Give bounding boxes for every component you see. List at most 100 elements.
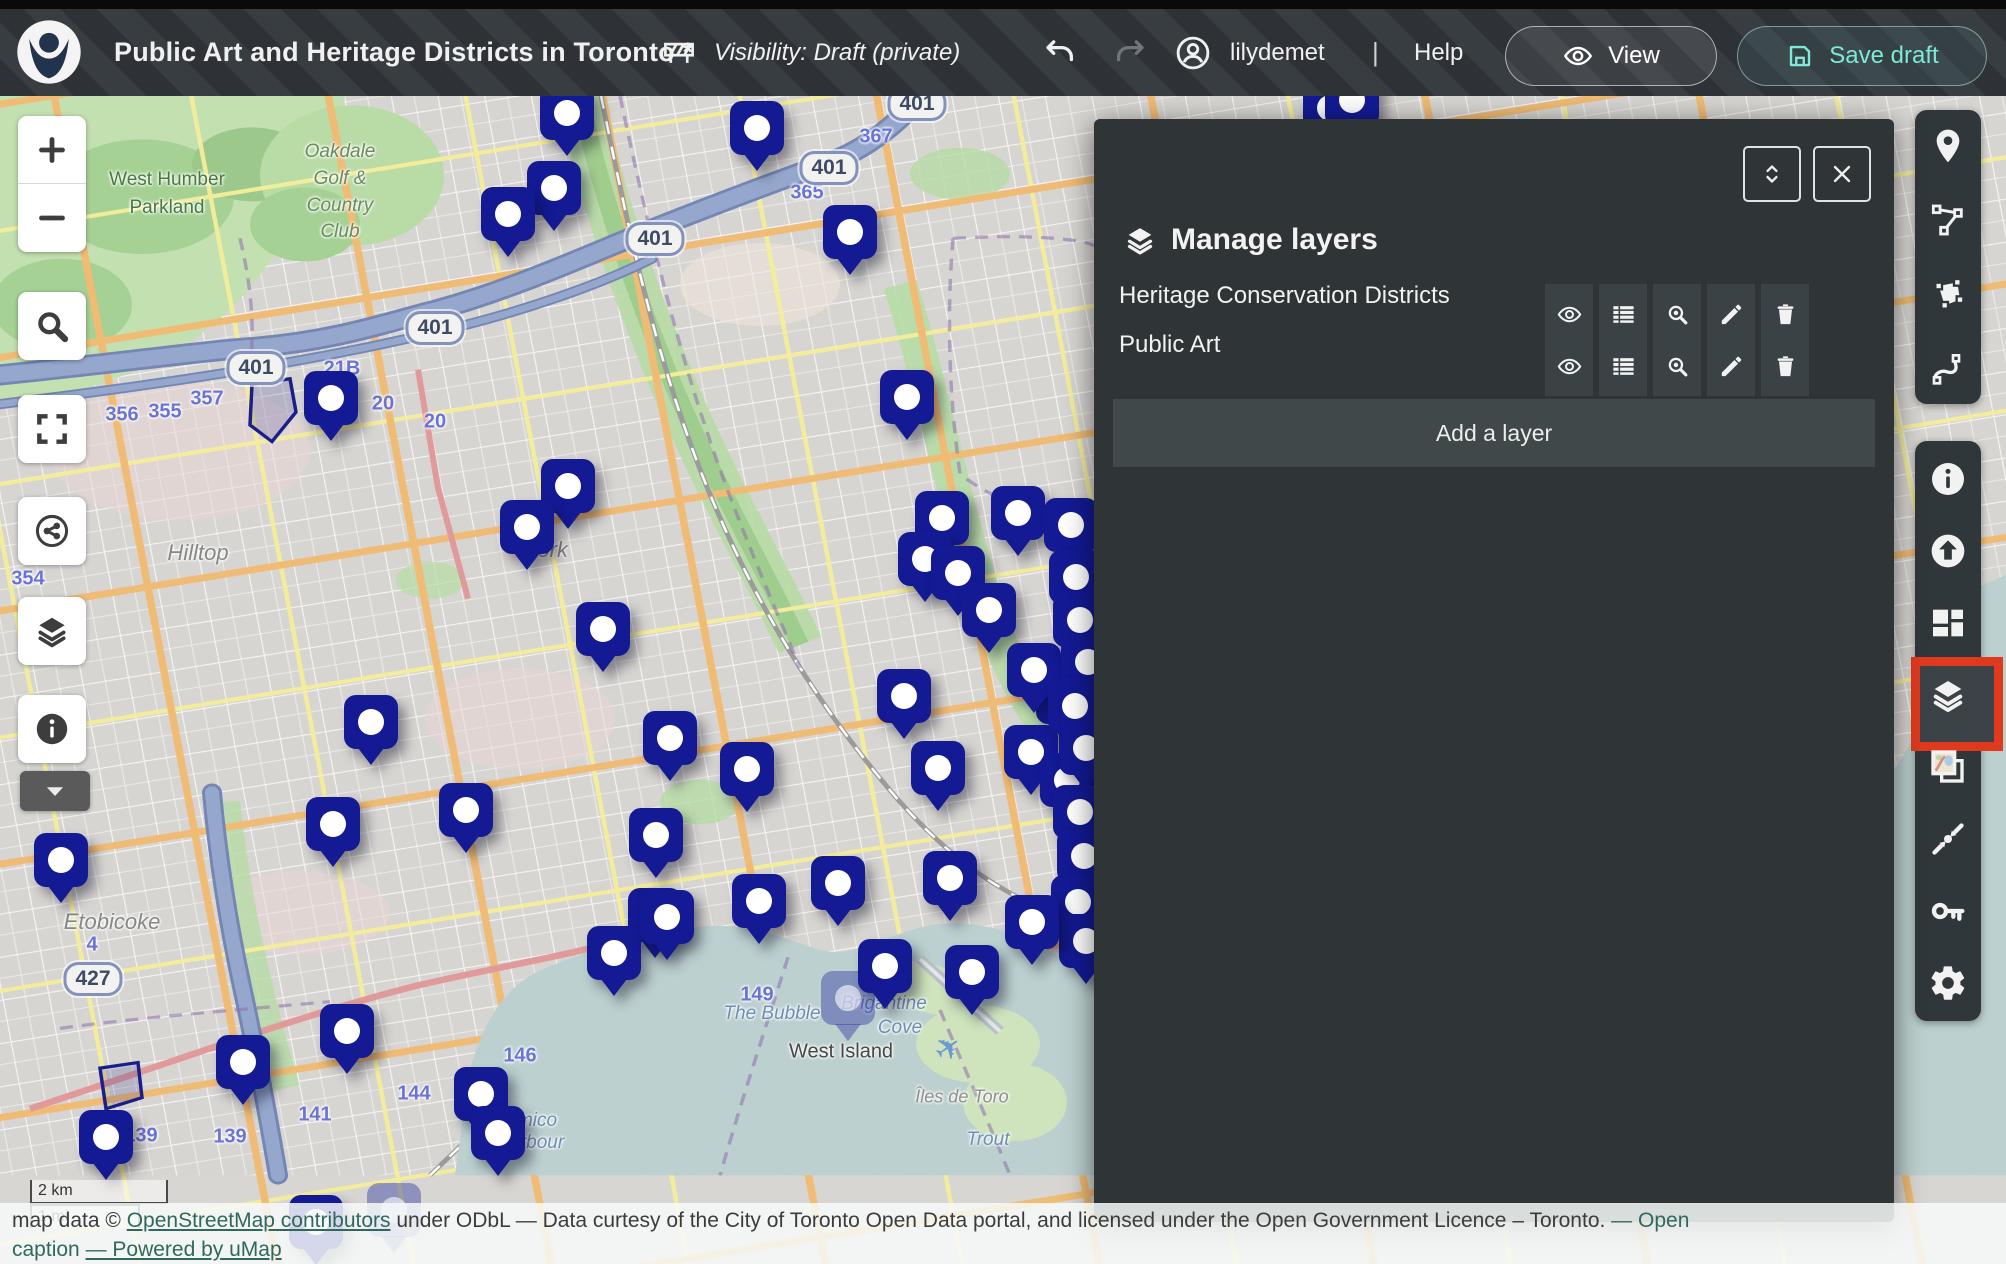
map-marker[interactable] (471, 1106, 525, 1176)
map-marker[interactable] (640, 890, 694, 960)
panel-expand-button[interactable] (1743, 146, 1801, 202)
marker-tail (1021, 696, 1047, 713)
map-marker[interactable] (587, 926, 641, 996)
search-control-button[interactable] (18, 292, 86, 360)
help-button[interactable]: Help (1414, 9, 1463, 96)
panel-close-button[interactable] (1813, 146, 1871, 202)
open-caption-link-2[interactable]: caption (12, 1238, 80, 1261)
draw-polyline-button[interactable] (1924, 198, 1972, 242)
umap-logo-icon[interactable] (16, 19, 82, 85)
layer-0-trash-button[interactable] (1763, 294, 1807, 334)
layer-0-eye-button[interactable] (1547, 294, 1591, 334)
close-icon (1828, 160, 1856, 188)
map-marker[interactable] (629, 808, 683, 878)
layer-1-eye-button[interactable] (1547, 346, 1591, 386)
map-marker[interactable] (720, 742, 774, 812)
map-marker[interactable] (911, 741, 965, 811)
map-marker[interactable] (79, 1110, 133, 1180)
marker-dot (837, 219, 863, 245)
map-marker[interactable] (823, 205, 877, 275)
edit-upload-button[interactable] (1924, 529, 1972, 573)
map-marker[interactable] (880, 370, 934, 440)
pencil-icon (1718, 301, 1745, 328)
map-marker[interactable] (500, 500, 554, 570)
map-marker[interactable] (304, 371, 358, 441)
layer-row-name[interactable]: Public Art (1119, 331, 1220, 359)
draw-freehand-button[interactable] (1924, 346, 1972, 390)
plus-icon (34, 132, 70, 168)
marker-dot (358, 709, 384, 735)
redo-button[interactable] (1112, 9, 1148, 96)
map-marker[interactable] (320, 1004, 374, 1074)
layers-control-button[interactable] (18, 597, 86, 665)
marker-dot (891, 683, 917, 709)
exit-number-label: 141 (298, 1104, 331, 1127)
edit-info-button[interactable] (1924, 457, 1972, 501)
map-marker[interactable] (216, 1035, 270, 1105)
edit-center-button[interactable] (1924, 817, 1972, 861)
map-marker[interactable] (34, 833, 88, 903)
map-label: Oakdale (305, 141, 376, 163)
open-caption-link[interactable]: — Open (1611, 1209, 1689, 1232)
map-marker[interactable] (732, 874, 786, 944)
edit-dashboard-button[interactable] (1924, 601, 1972, 645)
info-control-button[interactable] (18, 695, 86, 763)
marker-tail (320, 850, 346, 867)
layer-1-zoom-to-button[interactable] (1655, 346, 1699, 386)
map-title[interactable]: Public Art and Heritage Districts in Tor… (114, 9, 693, 96)
layer-row-name[interactable]: Heritage Conservation Districts (1119, 282, 1450, 310)
marker-tail (495, 240, 521, 257)
exit-number-label: 139 (213, 1126, 246, 1149)
map-marker[interactable] (540, 96, 594, 156)
osm-contributors-link[interactable]: OpenStreetMap contributors (127, 1209, 391, 1232)
center-icon (1928, 819, 1968, 859)
layer-0-pencil-button[interactable] (1709, 294, 1753, 334)
zoom-out-button[interactable] (18, 184, 86, 252)
map-marker[interactable] (643, 711, 697, 781)
edit-layers-button[interactable] (1924, 673, 1972, 717)
edit-tilelayer-button[interactable] (1924, 745, 1972, 789)
map-marker[interactable] (344, 695, 398, 765)
map-marker[interactable] (877, 669, 931, 739)
map-marker[interactable] (991, 486, 1045, 556)
share-control-button[interactable] (18, 497, 86, 565)
layer-1-table-button[interactable] (1601, 346, 1645, 386)
map-marker[interactable] (858, 939, 912, 1009)
map-marker[interactable] (439, 783, 493, 853)
save-draft-button[interactable]: Save draft (1737, 26, 1987, 86)
visibility-status[interactable]: Visibility: Draft (private) (660, 9, 960, 96)
map-marker[interactable] (730, 101, 784, 171)
marker-dot (657, 725, 683, 751)
map-marker[interactable] (306, 797, 360, 867)
map-marker[interactable] (923, 851, 977, 921)
map-marker[interactable] (481, 187, 535, 257)
map-marker[interactable] (527, 161, 581, 231)
layer-1-pencil-button[interactable] (1709, 346, 1753, 386)
fullscreen-control-button[interactable] (18, 395, 86, 463)
add-layer-button[interactable]: Add a layer (1113, 399, 1875, 467)
draw-polygon-button[interactable] (1924, 272, 1972, 316)
layer-0-table-button[interactable] (1601, 294, 1645, 334)
edit-key-button[interactable] (1924, 889, 1972, 933)
more-controls-button[interactable] (20, 771, 90, 811)
marker-dot (334, 1018, 360, 1044)
view-button[interactable]: View (1505, 26, 1717, 86)
map-marker[interactable] (1005, 895, 1059, 965)
edit-settings-button[interactable] (1924, 961, 1972, 1005)
map-marker[interactable] (576, 602, 630, 672)
powered-by-umap-link[interactable]: — Powered by uMap (86, 1238, 282, 1261)
map-marker[interactable] (945, 945, 999, 1015)
layer-1-trash-button[interactable] (1763, 346, 1807, 386)
zoom-control (18, 116, 86, 252)
zoom-in-button[interactable] (18, 116, 86, 184)
marker-dot (894, 384, 920, 410)
marker-tail (925, 794, 951, 811)
map-marker[interactable] (811, 856, 865, 926)
undo-button[interactable] (1042, 9, 1078, 96)
layer-0-zoom-to-button[interactable] (1655, 294, 1699, 334)
exit-number-label: 146 (503, 1045, 536, 1068)
draw-marker-button[interactable] (1924, 124, 1972, 168)
user-menu[interactable]: lilydemet (1174, 9, 1325, 96)
polygon-icon (1928, 274, 1968, 314)
marker-dot (48, 847, 74, 873)
